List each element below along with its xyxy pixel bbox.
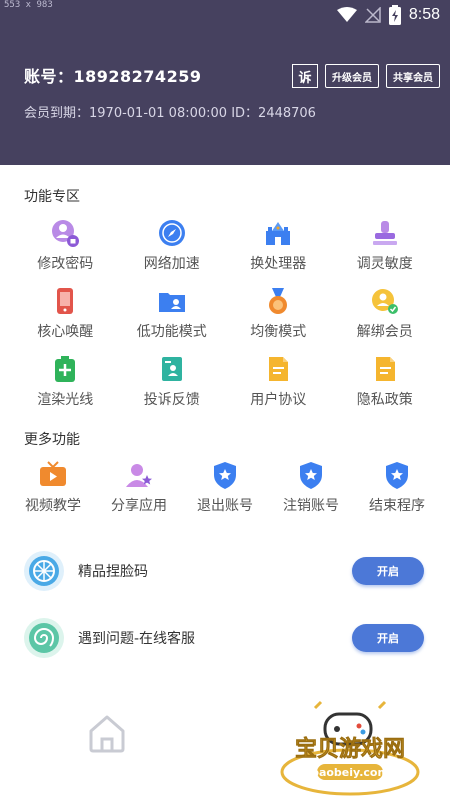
account-number: 账号：18928274259	[24, 67, 202, 86]
features-item-2[interactable]: 网络加速	[119, 216, 226, 284]
more-item-2[interactable]: 分享应用	[96, 458, 182, 526]
features-item-1[interactable]: 修改密码	[12, 216, 119, 284]
more-item-5[interactable]: 结束程序	[354, 458, 440, 526]
wheel-icon	[24, 551, 64, 591]
share-user-icon	[122, 458, 156, 492]
more-item-label: 退出账号	[197, 498, 253, 514]
watermark: 宝贝游戏网 baobeiy.com	[275, 700, 425, 800]
more-item-label: 注销账号	[283, 498, 339, 514]
lock-person-icon	[48, 216, 82, 250]
status-icons: 8:58	[336, 5, 440, 25]
more-item-1[interactable]: 视频教学	[10, 458, 96, 526]
features-item-11[interactable]: 用户协议	[225, 352, 332, 420]
svg-text:宝贝游戏网: 宝贝游戏网	[295, 736, 405, 762]
more-features-grid: 视频教学 分享应用 退出账号 注销账号 结束程序	[0, 458, 450, 526]
share-member-button[interactable]: 共享会员	[386, 64, 440, 88]
features-item-12[interactable]: 隐私政策	[332, 352, 439, 420]
upgrade-member-button[interactable]: 升级会员	[325, 64, 379, 88]
features-item-6[interactable]: 低功能模式	[119, 284, 226, 352]
features-item-9[interactable]: 渲染光线	[12, 352, 119, 420]
compass-icon	[155, 216, 189, 250]
folder-user-icon	[155, 284, 189, 318]
document-icon	[261, 352, 295, 386]
document-icon	[368, 352, 402, 386]
more-item-3[interactable]: 退出账号	[182, 458, 268, 526]
home-icon[interactable]	[86, 712, 128, 754]
more-features-title: 更多功能	[24, 432, 80, 448]
more-item-4[interactable]: 注销账号	[268, 458, 354, 526]
castle-icon	[261, 216, 295, 250]
shield-star-icon	[294, 458, 328, 492]
header-actions: 诉 升级会员 共享会员	[292, 64, 440, 88]
spiral-icon	[24, 618, 64, 658]
stamp-icon	[368, 216, 402, 250]
support-label: 遇到问题-在线客服	[78, 631, 196, 647]
coin-person-icon	[368, 284, 402, 318]
features-item-label: 核心唤醒	[37, 324, 94, 340]
features-item-10[interactable]: 投诉反馈	[119, 352, 226, 420]
features-item-label: 解绑会员	[356, 324, 413, 340]
wifi-icon	[336, 7, 357, 22]
features-item-label: 投诉反馈	[143, 392, 200, 408]
face-code-row[interactable]: 精品捏脸码 开启	[24, 546, 424, 596]
status-bar: 553 x 983 8:58	[0, 0, 450, 32]
phone-icon	[48, 284, 82, 318]
complaint-button[interactable]: 诉	[292, 64, 318, 88]
features-item-label: 调灵敏度	[356, 256, 413, 272]
more-item-label: 视频教学	[25, 498, 81, 514]
feedback-icon	[155, 352, 189, 386]
features-item-5[interactable]: 核心唤醒	[12, 284, 119, 352]
support-open-button[interactable]: 开启	[352, 624, 424, 652]
features-item-label: 修改密码	[37, 256, 94, 272]
face-code-label: 精品捏脸码	[78, 564, 148, 580]
features-item-label: 隐私政策	[356, 392, 413, 408]
svg-text:baobeiy.com: baobeiy.com	[311, 766, 389, 779]
features-item-label: 用户协议	[250, 392, 307, 408]
face-code-open-button[interactable]: 开启	[352, 557, 424, 585]
account-header: 553 x 983 8:58 账号：18928274259 会员到期：1970-…	[0, 0, 450, 165]
tv-icon	[36, 458, 70, 492]
dimensions-label: 553 x 983	[4, 0, 53, 10]
features-item-label: 换处理器	[250, 256, 307, 272]
medal-icon	[261, 284, 295, 318]
features-item-label: 网络加速	[143, 256, 200, 272]
shield-star-icon	[380, 458, 414, 492]
clock: 8:58	[408, 6, 440, 23]
shield-star-icon	[208, 458, 242, 492]
no-signal-icon	[364, 7, 381, 23]
support-row[interactable]: 遇到问题-在线客服 开启	[24, 613, 424, 663]
battery-plus-icon	[48, 352, 82, 386]
more-item-label: 分享应用	[111, 498, 167, 514]
features-item-3[interactable]: 换处理器	[225, 216, 332, 284]
battery-charging-icon	[388, 5, 401, 25]
membership-expiry: 会员到期：1970-01-01 08:00:00 ID：2448706	[24, 106, 316, 121]
features-item-4[interactable]: 调灵敏度	[332, 216, 439, 284]
features-title: 功能专区	[24, 189, 80, 205]
features-item-7[interactable]: 均衡模式	[225, 284, 332, 352]
more-item-label: 结束程序	[369, 498, 425, 514]
features-item-label: 均衡模式	[250, 324, 307, 340]
features-grid: 修改密码 网络加速 换处理器 调灵敏度核心唤醒 低功能模式 均衡模式 解绑会员渲染光线 投诉反…	[0, 216, 450, 420]
features-item-8[interactable]: 解绑会员	[332, 284, 439, 352]
features-item-label: 渲染光线	[37, 392, 94, 408]
features-item-label: 低功能模式	[136, 324, 207, 340]
